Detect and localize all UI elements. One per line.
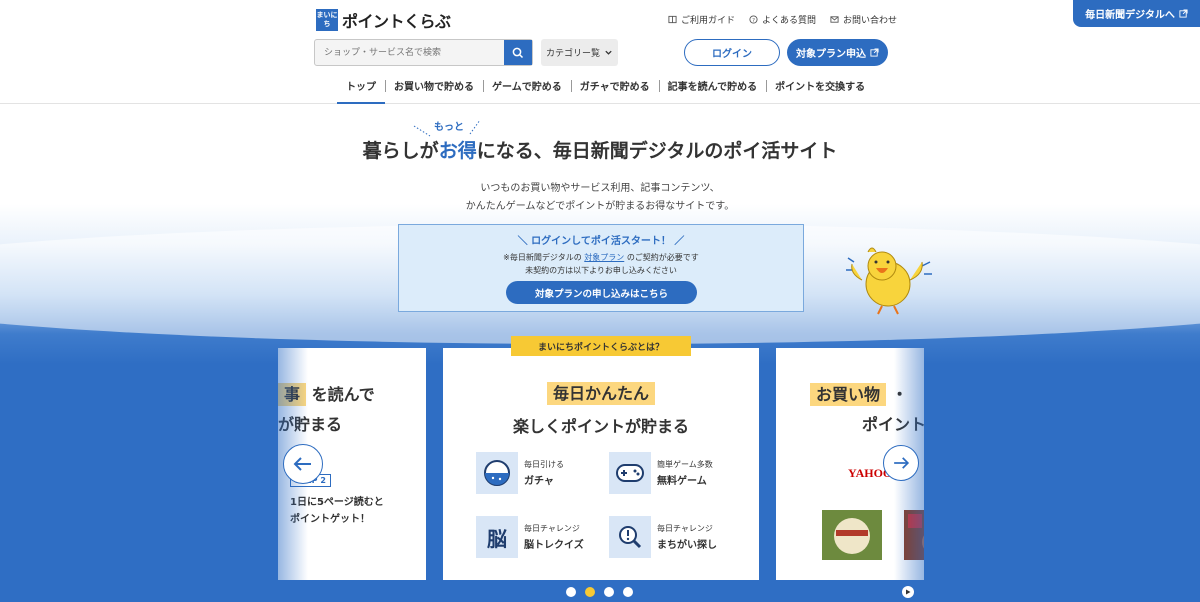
brain-quiz-icon: 脳 (476, 516, 518, 558)
global-nav: トップ お買い物で貯める ゲームで貯める ガチャで貯める 記事を読んで貯める ポ… (337, 72, 874, 104)
svg-text:?: ? (752, 18, 755, 24)
feature-small: 毎日チャレンジ (524, 524, 580, 533)
feature-brain-quiz: 脳 毎日チャレンジ 脳トレクイズ (476, 516, 584, 558)
book-icon (668, 15, 677, 24)
util-link-faq[interactable]: ? よくある質問 (749, 13, 816, 26)
gamepad-icon (609, 452, 651, 494)
slide-heading-rest: を読んで (311, 385, 375, 404)
nav-item-articles[interactable]: 記事を読んで貯める (658, 72, 767, 104)
login-button[interactable]: ログイン (684, 39, 780, 66)
slide-title1-highlight: 毎日かんたん (546, 382, 655, 405)
utility-links: ご利用ガイド ? よくある質問 お問い合わせ (668, 13, 897, 26)
carousel-play-button[interactable] (902, 586, 914, 598)
external-link-icon (870, 48, 879, 57)
hero-title-accent: お得 (438, 140, 477, 162)
hero-subtitle-line2: かんたんゲームなどでポイントが貯まるお得なサイトです。 (465, 201, 735, 212)
catch-small-text: もっと (434, 122, 464, 133)
gacha-icon (476, 452, 518, 494)
nav-item-exchange[interactable]: ポイントを交換する (766, 72, 874, 104)
login-label: ログイン (712, 49, 752, 60)
site-logo[interactable]: まいにち ポイントくらぶ (316, 9, 451, 31)
hero-title: 暮らしがお得になる、毎日新聞デジタルのポイ活サイト (0, 136, 1200, 163)
search-button[interactable] (504, 40, 532, 65)
feature-big: 脳トレクイズ (524, 540, 584, 551)
feature-big: 無料ゲーム (657, 476, 707, 487)
nav-item-gacha[interactable]: ガチャで貯める (570, 72, 659, 104)
feature-small: 毎日チャレンジ (657, 524, 713, 533)
carousel-dot-active[interactable] (585, 587, 595, 597)
carousel-dots (566, 587, 633, 597)
login-panel-note: ※毎日新聞デジタルの 対象プラン のご契約が必要です 未契約の方は以下よりお申し… (399, 251, 803, 277)
chick-mascot (846, 247, 932, 315)
nav-item-top[interactable]: トップ (337, 72, 385, 104)
arrow-right-icon (894, 457, 910, 469)
mainichi-digital-label: 毎日新聞デジタルへ (1085, 10, 1175, 21)
category-label: カテゴリー覧 (545, 49, 600, 59)
site-header: まいにち ポイントくらぶ ご利用ガイド ? よくある質問 お問い合わせ 毎日新聞… (0, 0, 1200, 104)
mainichi-digital-button[interactable]: 毎日新聞デジタルへ (1073, 0, 1200, 27)
logo-text: ポイントくらぶ (342, 12, 451, 31)
plan-apply-button[interactable]: 対象プラン申込 (787, 39, 888, 66)
carousel-slide-easy[interactable]: 毎日かんたん 楽しくポイントが貯まる 毎日引ける ガチャ 簡単ゲーム多数 無料ゲ… (443, 348, 759, 580)
util-link-label: お問い合わせ (843, 16, 898, 26)
plan-apply-label: 対象プラン申込 (796, 49, 866, 60)
plan-link[interactable]: 対象プラン (584, 253, 624, 262)
hero-title-post: になる、毎日新聞デジタルのポイ活サイト (476, 140, 838, 162)
feature-small: 毎日引ける (524, 460, 564, 469)
nav-item-shopping[interactable]: お買い物で貯める (385, 72, 483, 104)
feature-gacha: 毎日引ける ガチャ (476, 452, 564, 494)
feature-big: まちがい探し (657, 540, 717, 551)
slide-title2: 楽しくポイントが貯まる (512, 417, 689, 436)
hero-subtitle-line1: いつものお買い物やサービス利用、記事コンテンツ、 (480, 183, 720, 194)
slide-heading-highlight: お買い物 (810, 383, 887, 406)
chevron-down-icon (605, 50, 612, 55)
carousel-dot[interactable] (566, 587, 576, 597)
note-post: のご契約が必要です (626, 253, 699, 262)
hero-section: もっと 暮らしがお得になる、毎日新聞デジタルのポイ活サイト いつものお買い物やサ… (0, 104, 1200, 602)
logo-mark: まいにち (316, 9, 338, 31)
carousel-prev-button[interactable] (283, 444, 323, 484)
search-icon (512, 47, 524, 58)
carousel-dot[interactable] (623, 587, 633, 597)
slide-heading-line1: お買い物 ・ (810, 381, 908, 406)
brain-quiz-glyph: 脳 (487, 526, 507, 551)
note-line2: 未契約の方は以下よりお申し込みください (525, 266, 677, 275)
util-link-label: ご利用ガイド (681, 16, 736, 26)
plan-signup-button[interactable]: 対象プランの申し込みはこちら (506, 281, 697, 304)
shop-thumbnail (822, 510, 882, 560)
carousel-label: まいにちポイントくらぶとは？ (511, 336, 691, 356)
login-panel-title: ＼ ログインしてポイ活スタート！ ／ (517, 236, 685, 247)
mail-icon (830, 16, 839, 23)
search-input[interactable] (315, 40, 504, 65)
category-dropdown[interactable]: カテゴリー覧 (541, 39, 618, 66)
magnifier-icon (609, 516, 651, 558)
slide-title1: 毎日かんたん (443, 380, 759, 405)
util-link-contact[interactable]: お問い合わせ (830, 13, 897, 26)
play-icon (906, 589, 911, 595)
arrow-left-icon (293, 457, 311, 471)
feature-small: 簡単ゲーム多数 (657, 460, 713, 469)
feature-game: 簡単ゲーム多数 無料ゲーム (609, 452, 713, 494)
util-link-guide[interactable]: ご利用ガイド (668, 13, 735, 26)
carousel-next-button[interactable] (883, 445, 919, 481)
search-box (314, 39, 533, 66)
hero-title-pre: 暮らしが (362, 140, 439, 162)
note-pre: ※毎日新聞デジタルの (503, 253, 582, 262)
external-link-icon (1179, 9, 1188, 18)
hero-subtitle: いつものお買い物やサービス利用、記事コンテンツ、 かんたんゲームなどでポイントが… (0, 180, 1200, 216)
login-prompt-panel: ＼ ログインしてポイ活スタート！ ／ ※毎日新聞デジタルの 対象プラン のご契約… (398, 224, 804, 312)
feature-big: ガチャ (524, 476, 554, 487)
nav-item-game[interactable]: ゲームで貯める (483, 72, 571, 104)
util-link-label: よくある質問 (762, 16, 817, 26)
feature-spot-difference: 毎日チャレンジ まちがい探し (609, 516, 717, 558)
carousel-dot[interactable] (604, 587, 614, 597)
plan-signup-label: 対象プランの申し込みはこちら (534, 288, 668, 300)
question-icon: ? (749, 15, 758, 24)
